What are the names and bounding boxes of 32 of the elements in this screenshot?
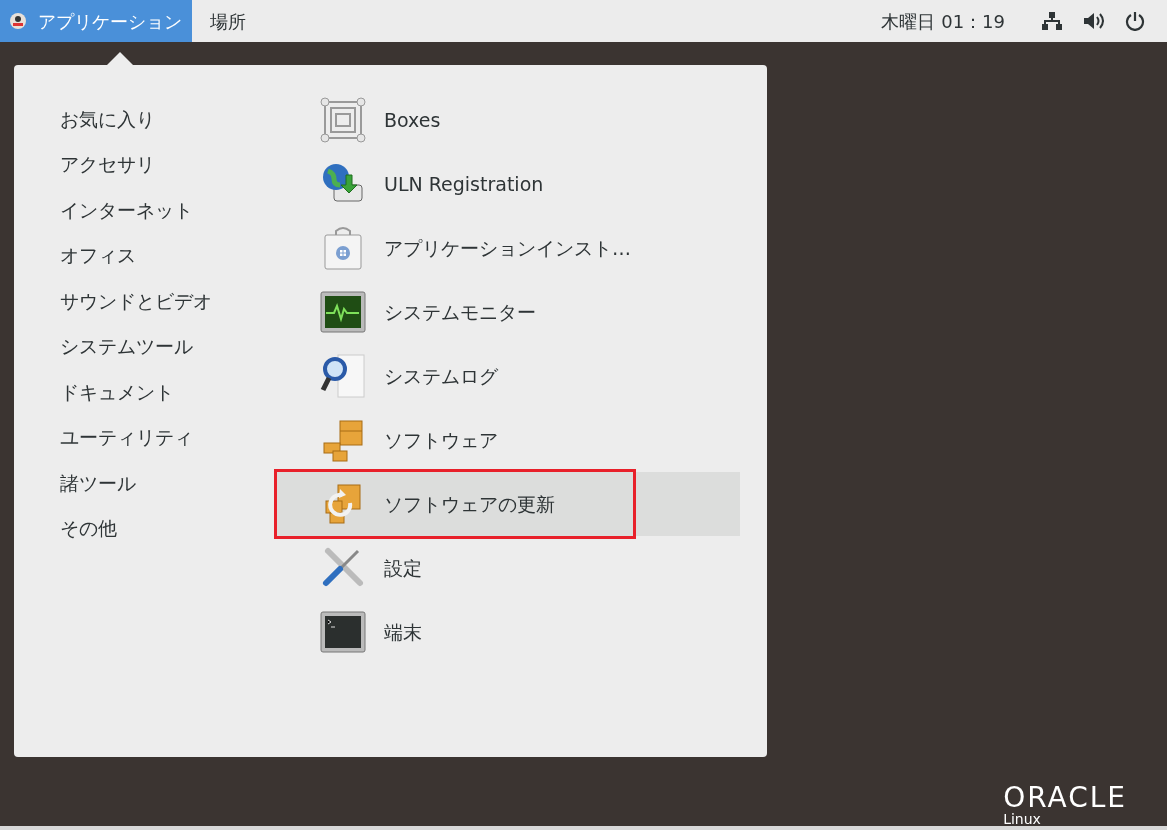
magnifier-log-icon: [320, 353, 366, 399]
category-item[interactable]: インターネット: [60, 187, 193, 233]
app-item[interactable]: アプリケーションインスト…: [274, 216, 740, 280]
app-item[interactable]: ソフトウェアの更新: [274, 472, 740, 536]
power-icon[interactable]: [1125, 11, 1145, 31]
category-item[interactable]: オフィス: [60, 232, 136, 278]
category-item[interactable]: アクセサリ: [60, 141, 155, 187]
network-icon[interactable]: [1041, 11, 1063, 31]
boxes-icon: [320, 97, 366, 143]
logo-wordmark: ORACLE: [1003, 784, 1127, 812]
user-avatar-icon: [10, 13, 26, 29]
category-item[interactable]: その他: [60, 505, 117, 551]
system-monitor-icon: [320, 289, 366, 335]
app-item[interactable]: システムモニター: [274, 280, 740, 344]
category-item[interactable]: ユーティリティ: [60, 414, 193, 460]
category-item[interactable]: ドキュメント: [60, 369, 174, 415]
category-item[interactable]: システムツール: [60, 323, 193, 369]
category-item[interactable]: お気に入り: [60, 96, 155, 142]
terminal-icon: [320, 609, 366, 655]
app-item[interactable]: 端末: [274, 600, 740, 664]
app-item[interactable]: Boxes: [274, 88, 740, 152]
category-item[interactable]: サウンドとビデオ: [60, 278, 212, 324]
app-item[interactable]: ソフトウェア: [274, 408, 740, 472]
top-bar-menu[interactable]: 場所: [192, 0, 264, 42]
app-item[interactable]: 設定: [274, 536, 740, 600]
volume-icon[interactable]: [1083, 12, 1105, 30]
clock[interactable]: 木曜日 01：19: [881, 7, 1005, 35]
app-item[interactable]: ULN Registration: [274, 152, 740, 216]
packages-icon: [320, 417, 366, 463]
category-item[interactable]: 諸ツール: [60, 460, 136, 506]
logo-subtitle: Linux: [1003, 812, 1041, 826]
app-item[interactable]: システムログ: [274, 344, 740, 408]
